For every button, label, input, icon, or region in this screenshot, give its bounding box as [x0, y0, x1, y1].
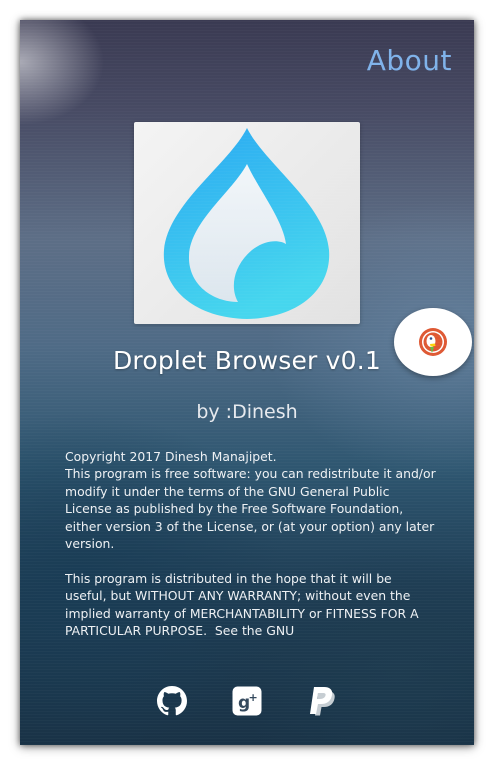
- svg-text:+: +: [249, 691, 258, 704]
- github-icon: [157, 686, 187, 716]
- app-logo: [134, 122, 360, 324]
- droplet-logo-icon: [163, 128, 330, 319]
- google-plus-button[interactable]: g +: [230, 684, 264, 718]
- google-plus-icon: g +: [232, 686, 262, 716]
- app-name: Droplet Browser v0.1: [112, 346, 382, 375]
- paypal-button[interactable]: [304, 684, 338, 718]
- about-page: About Droplet Browser v0.1 by:Dinesh Co…: [20, 20, 474, 745]
- paypal-icon: [310, 687, 335, 716]
- github-button[interactable]: [155, 684, 189, 718]
- author-credit: by :Dinesh: [196, 401, 298, 423]
- page-title: About: [366, 44, 452, 77]
- license-text: Copyright 2017 Dinesh Manajipet. This pr…: [65, 449, 436, 639]
